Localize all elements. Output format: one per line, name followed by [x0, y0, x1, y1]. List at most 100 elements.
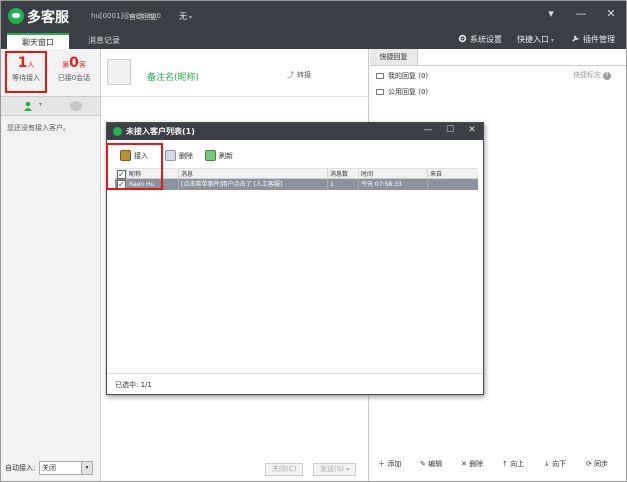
refresh-button[interactable]: 刷新: [205, 150, 233, 161]
shortcut-tip-label: 快捷标志: [573, 71, 601, 79]
left-panel: 1人 等待接入 第0客 已接0会话 ▾ 您还没有接入客户。 自动接入: 关闭 ▾: [1, 49, 101, 481]
auto-accept-label: 自动接入:: [5, 464, 36, 472]
add-label: 添加: [387, 460, 402, 468]
arrow-up-icon: ↑: [502, 460, 508, 468]
customer-table: 昵称 消息 消息数 时间 来自 Raen Hu [点击菜单事件]用户点击了 [人…: [115, 168, 478, 190]
person-icon[interactable]: [23, 101, 33, 111]
app-logo-icon: [113, 127, 122, 136]
divider: [370, 65, 626, 66]
folder-my-replies-label: 我的回复 (0): [388, 72, 429, 80]
delete-label: 删除: [179, 152, 193, 160]
move-down-label: 向下: [552, 460, 567, 468]
system-settings-button[interactable]: 系统设置: [458, 34, 502, 45]
move-down-button[interactable]: ↓ 向下: [544, 459, 566, 469]
chat-bubble-icon[interactable]: [70, 101, 82, 111]
folder-public-replies-label: 公用回复 (0): [388, 88, 429, 96]
auto-reply-value: 无: [179, 12, 187, 21]
unaccepted-customers-dialog: 未接入客户列表(1) — ☐ ✕ 接入 删除 刷新 昵称 消息 消息数 时间 来…: [106, 122, 484, 395]
app-window: 多客服 hu[0001]@webusc0 自动回复 无 ▾ ▾ — ✕ 聊天窗口 …: [0, 0, 627, 482]
quick-entry-button[interactable]: 快捷入口 ▾: [517, 34, 554, 45]
cell-message: [点击菜单事件]用户点击了 [人工客服]: [179, 179, 328, 190]
folder-icon: [376, 89, 384, 95]
plugin-manage-button[interactable]: 插件管理: [571, 34, 615, 45]
wrench-icon: [572, 35, 579, 42]
cell-time: 今天 07:58:33: [359, 179, 428, 190]
close-button[interactable]: ✕: [466, 125, 478, 135]
dialog-title-bar: 未接入客户列表(1) — ☐ ✕: [107, 123, 483, 140]
transfer-button[interactable]: ⤴ 转接: [287, 70, 311, 80]
help-icon: ?: [603, 72, 611, 80]
menu-down-button[interactable]: ▾: [544, 7, 558, 20]
table-header: 昵称 消息 消息数 时间 来自: [115, 168, 478, 180]
title-bar: 多客服 hu[0001]@webusc0 自动回复 无 ▾ ▾ — ✕: [1, 1, 626, 31]
nav-bar: 聊天窗口 消息记录 系统设置 快捷入口 ▾ 插件管理: [1, 31, 626, 49]
sessions-unit: 客: [78, 61, 86, 69]
auto-accept-select[interactable]: 关闭 ▾: [39, 461, 93, 475]
system-settings-label: 系统设置: [470, 35, 502, 44]
maximize-button[interactable]: ☐: [444, 125, 456, 135]
auto-reply-label: 自动回复: [129, 13, 157, 21]
remark-name[interactable]: 备注名(昵称): [147, 70, 199, 83]
minimize-button[interactable]: —: [574, 7, 588, 20]
selected-count: 已选中: 1/1: [115, 381, 152, 389]
folder-public-replies[interactable]: 公用回复 (0): [376, 87, 428, 97]
move-up-label: 向上: [510, 460, 525, 468]
left-subtabs: ▾: [1, 96, 100, 116]
sync-button[interactable]: ⟳ 同步: [586, 459, 608, 469]
tab-message-history[interactable]: 消息记录: [77, 33, 131, 49]
sync-label: 同步: [594, 460, 609, 468]
delete-label: 删除: [469, 460, 484, 468]
edit-button[interactable]: ✎ 编辑: [420, 459, 442, 469]
sessions-count: 0: [69, 55, 79, 71]
app-logo-icon: [8, 8, 24, 24]
divider: [107, 373, 483, 374]
cell-count: 1: [328, 179, 359, 190]
chat-header: 备注名(昵称) ⤴ 转接: [101, 49, 369, 97]
delete-button[interactable]: 删除: [165, 150, 193, 161]
send-button[interactable]: 发送(S) ▾: [313, 463, 357, 476]
app-title: 多客服: [27, 10, 69, 26]
arrow-down-icon: ↓: [544, 460, 550, 468]
add-button[interactable]: ＋ 添加: [378, 459, 401, 469]
chat-footer: 关闭(C) 发送(S) ▾: [101, 461, 369, 479]
close-button[interactable]: ✕: [604, 7, 618, 20]
highlight-box-accept: [106, 143, 163, 190]
chevron-down-icon: ▾: [81, 462, 92, 474]
chevron-down-icon: ▾: [551, 37, 555, 44]
transfer-icon: ⤴: [287, 71, 294, 79]
table-row[interactable]: Raen Hu [点击菜单事件]用户点击了 [人工客服] 1 今天 07:58:…: [115, 179, 478, 190]
gear-icon: [458, 34, 467, 43]
quick-entry-label: 快捷入口: [517, 35, 549, 44]
close-chat-button[interactable]: 关闭(C): [265, 463, 304, 476]
avatar: [107, 59, 131, 85]
folder-my-replies[interactable]: 我的回复 (0): [376, 71, 428, 81]
transfer-label: 转接: [297, 71, 311, 79]
delete-icon: [165, 150, 176, 161]
tab-chat-window[interactable]: 聊天窗口: [7, 33, 69, 49]
refresh-icon: [205, 150, 216, 161]
chevron-down-icon: ▾: [189, 14, 193, 21]
chevron-down-icon[interactable]: ▾: [39, 101, 42, 108]
tab-quick-reply[interactable]: 快捷回复: [370, 49, 418, 65]
dialog-title: 未接入客户列表(1): [126, 127, 195, 136]
send-label: 发送(S): [320, 465, 344, 473]
plugin-manage-label: 插件管理: [583, 35, 615, 44]
sessions-stat[interactable]: 第0客 已接0会话: [51, 55, 97, 83]
sync-icon: ⟳: [586, 460, 592, 468]
cross-icon: ✕: [461, 460, 467, 468]
pencil-icon: ✎: [420, 460, 426, 468]
sessions-label: 已接0会话: [57, 74, 91, 82]
chevron-down-icon: ▾: [346, 466, 350, 473]
delete-button[interactable]: ✕ 删除: [461, 459, 483, 469]
plus-icon: ＋: [378, 460, 385, 468]
refresh-label: 刷新: [219, 152, 233, 160]
shortcut-tip[interactable]: 快捷标志?: [573, 70, 611, 80]
cell-from: [428, 179, 478, 190]
folder-icon: [376, 73, 384, 79]
auto-reply-dropdown[interactable]: 无 ▾: [179, 11, 192, 22]
quick-reply-actions: ＋ 添加 ✎ 编辑 ✕ 删除 ↑ 向上 ↓ 向下 ⟳ 同步: [370, 455, 626, 471]
edit-label: 编辑: [428, 460, 443, 468]
move-up-button[interactable]: ↑ 向上: [502, 459, 524, 469]
minimize-button[interactable]: —: [422, 125, 434, 135]
empty-customers-text: 您还没有接入客户。: [7, 124, 70, 132]
